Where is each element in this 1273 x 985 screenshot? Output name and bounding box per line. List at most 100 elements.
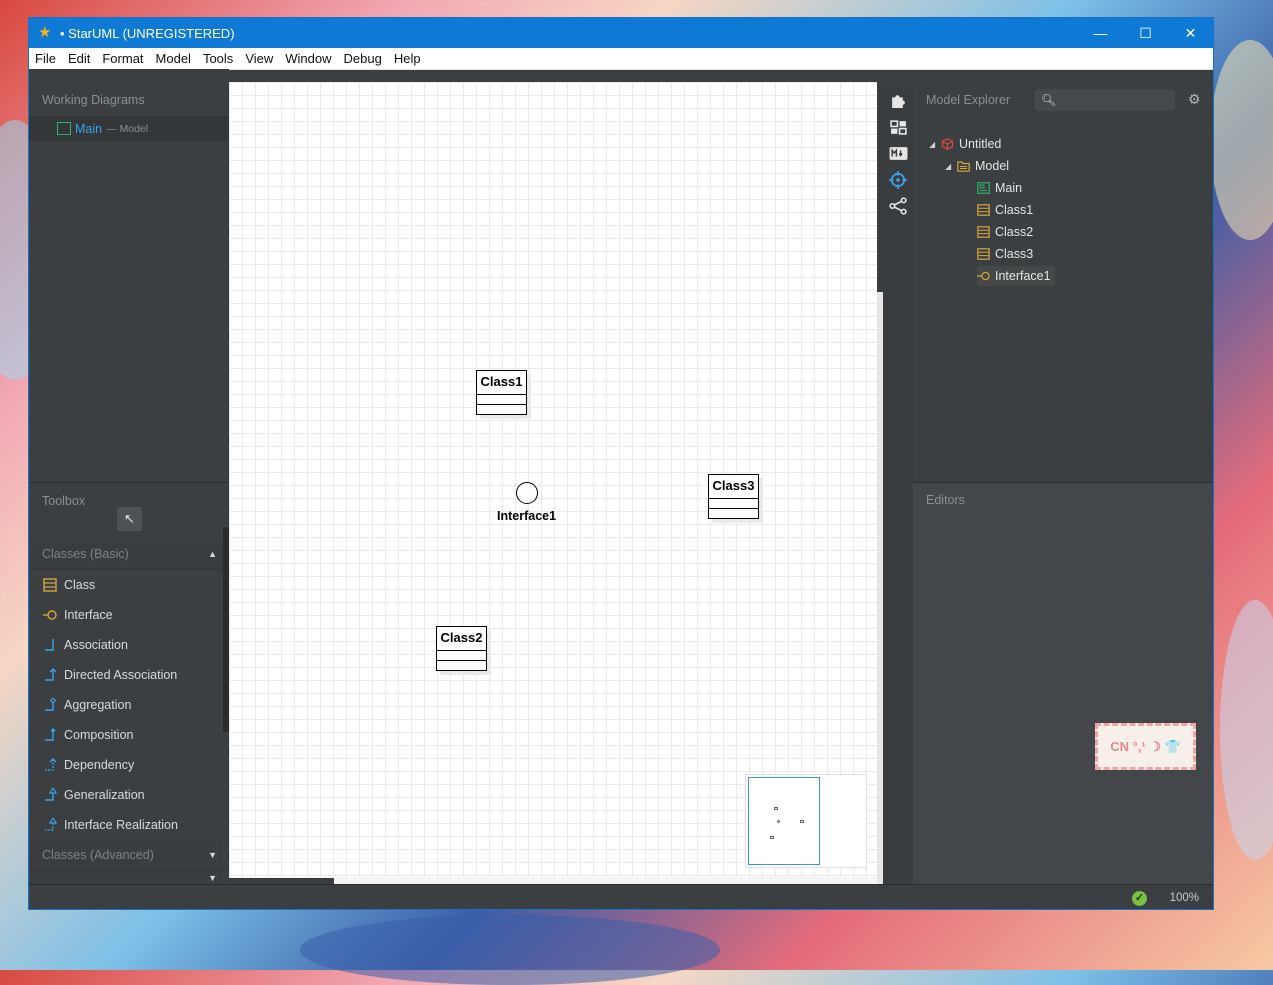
minimap-viewport[interactable] (748, 777, 820, 865)
tree-item-interface1[interactable]: Interface1 (977, 266, 1055, 286)
uml-interface-lollipop[interactable] (516, 482, 538, 504)
operation-compartment (709, 509, 758, 518)
menu-format[interactable]: Format (96, 48, 149, 69)
toolbox-title: Toolbox (42, 494, 86, 508)
tree-item-untitled[interactable]: ◢ Untitled (929, 134, 1001, 154)
window-controls: — ☐ ✕ (1078, 18, 1213, 48)
tool-label: Generalization (64, 788, 145, 802)
uml-class-class1[interactable]: Class1 (476, 370, 527, 415)
uml-class-class2[interactable]: Class2 (436, 626, 487, 671)
wallpaper-blob (300, 915, 720, 985)
tree-label: Untitled (959, 137, 1002, 151)
editors-title: Editors (926, 493, 965, 507)
toolbox-section-next[interactable]: ▼ (29, 871, 223, 885)
menu-model[interactable]: Model (150, 48, 197, 69)
tool-label: Directed Association (64, 668, 178, 682)
tool-association[interactable]: Association (29, 630, 223, 660)
markdown-icon[interactable] (888, 143, 908, 163)
tree-item-class1[interactable]: Class1 (977, 200, 1033, 220)
ime-language-badge[interactable]: CN °,¹ ☽ 👕 (1095, 723, 1196, 770)
generalization-icon (45, 788, 57, 801)
diagram-minimap[interactable] (745, 774, 867, 868)
window-title: • StarUML (UNREGISTERED) (60, 25, 235, 41)
tool-aggregation[interactable]: Aggregation (29, 690, 223, 720)
tool-directed-association[interactable]: Directed Association (29, 660, 223, 690)
minimap-shape (800, 820, 804, 823)
collapse-arrow-icon: ▲ (208, 549, 217, 559)
diagram-canvas[interactable]: Class1 Class3 Class2 Interface1 (229, 82, 877, 877)
menu-bar: File Edit Format Model Tools View Window… (29, 48, 1213, 70)
tool-composition[interactable]: Composition (29, 720, 223, 750)
tree-expand-arrow-icon[interactable]: ◢ (945, 162, 957, 171)
maximize-button[interactable]: ☐ (1123, 18, 1168, 48)
tree-label: Main (995, 181, 1023, 195)
editors-panel: Editors (913, 483, 1213, 884)
tool-interface[interactable]: Interface (29, 600, 223, 630)
toolbox-section-classes-advanced[interactable]: Classes (Advanced) ▼ (29, 840, 223, 871)
tree-item-class2[interactable]: Class2 (977, 222, 1033, 242)
tool-label: Composition (64, 728, 134, 742)
tool-dependency[interactable]: Dependency (29, 750, 223, 780)
menu-view[interactable]: View (239, 48, 279, 69)
navigator-crosshair-icon[interactable] (888, 170, 908, 190)
class-diagram-icon (57, 122, 71, 135)
package-icon (957, 161, 970, 172)
composition-icon (45, 728, 56, 741)
minimap-shape (777, 820, 780, 823)
menu-help[interactable]: Help (388, 48, 427, 69)
menu-window[interactable]: Window (279, 48, 337, 69)
model-search-input[interactable] (1062, 92, 1167, 108)
section-label: Classes (Basic) (42, 547, 129, 561)
uml-class-class3[interactable]: Class3 (708, 474, 759, 519)
aggregation-icon (45, 698, 57, 711)
class-diagram-icon (977, 182, 990, 194)
class-name: Class1 (477, 371, 526, 395)
working-diagrams-title: Working Diagrams (42, 93, 145, 107)
expand-arrow-icon: ▼ (208, 872, 217, 883)
side-icon-bar (883, 82, 913, 884)
tool-label: Interface (64, 608, 113, 622)
wallpaper-blob (1210, 40, 1273, 240)
close-button[interactable]: ✕ (1168, 18, 1213, 48)
dependency-icon (45, 758, 57, 771)
tool-generalization[interactable]: Generalization (29, 780, 223, 810)
menu-edit[interactable]: Edit (62, 48, 96, 69)
menu-file[interactable]: File (29, 48, 62, 69)
diagram-canvas-area: Class1 Class3 Class2 Interface1 (229, 82, 883, 884)
class-name: Class3 (709, 475, 758, 499)
pointer-tool-button[interactable]: ↖ (117, 507, 142, 531)
validation-ok-icon[interactable]: ✓ (1132, 891, 1147, 906)
attribute-compartment (437, 651, 486, 661)
class-icon (977, 248, 990, 260)
layout-panels-icon[interactable] (888, 117, 908, 137)
minimize-button[interactable]: — (1078, 18, 1123, 48)
tree-label: Class2 (995, 225, 1034, 239)
tool-class[interactable]: Class (29, 570, 223, 600)
tool-label: Dependency (64, 758, 135, 772)
tool-interface-realization[interactable]: Interface Realization (29, 810, 223, 840)
toolbox-section-classes-basic[interactable]: Classes (Basic) ▲ (29, 539, 223, 570)
interface-name[interactable]: Interface1 (497, 509, 556, 523)
title-bar: ★ • StarUML (UNREGISTERED) — ☐ ✕ (29, 18, 1213, 48)
class-icon (977, 226, 990, 238)
staruml-logo-icon: ★ (38, 24, 52, 41)
tree-label: Model (975, 159, 1010, 173)
tree-item-main[interactable]: Main (977, 178, 1022, 198)
tree-item-model[interactable]: ◢ Model (945, 156, 1009, 176)
extensions-puzzle-icon[interactable] (888, 90, 908, 110)
zoom-level[interactable]: 100% (1170, 892, 1199, 904)
left-sidebar: Working Diagrams Main — Model Toolbox ↖ … (29, 69, 229, 885)
working-diagram-owner: — Model (106, 122, 149, 135)
tree-item-class3[interactable]: Class3 (977, 244, 1033, 264)
gear-icon[interactable]: ⚙ (1188, 91, 1201, 108)
model-search-box[interactable]: 🔍︎ (1035, 89, 1175, 111)
project-cube-icon (941, 138, 954, 150)
menu-tools[interactable]: Tools (197, 48, 239, 69)
interface-realization-icon (45, 818, 57, 831)
menu-debug[interactable]: Debug (338, 48, 388, 69)
expand-arrow-icon: ▼ (208, 850, 217, 860)
tree-label: Class3 (995, 247, 1034, 261)
share-icon[interactable] (888, 196, 908, 216)
tree-expand-arrow-icon[interactable]: ◢ (929, 140, 941, 149)
working-diagram-main[interactable]: Main — Model (29, 116, 229, 141)
